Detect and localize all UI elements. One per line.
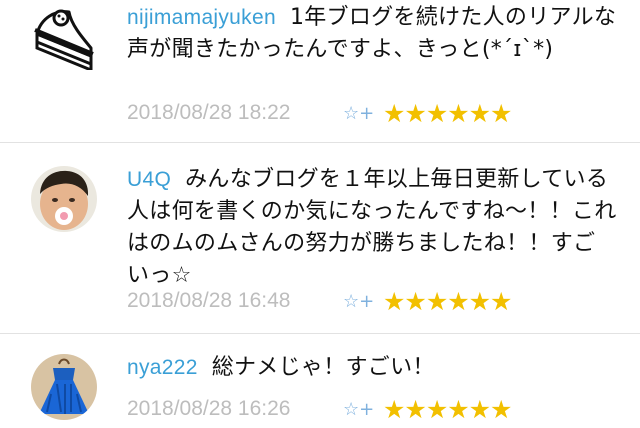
blue-dress-photo-icon[interactable] (31, 354, 97, 420)
comment-meta: 2018/08/28 16:26 ☆+ ★★★★★★ (127, 394, 512, 424)
comment-text: U4Q みんなブログを１年以上毎日更新している人は何を書くのか気になったんですね〜… (127, 164, 617, 292)
add-star-icon[interactable]: ☆+ (343, 103, 383, 124)
comment-body: みんなブログを１年以上毎日更新している人は何を書くのか気になったんですね〜！！こ… (127, 167, 617, 288)
comment-username[interactable]: nijimamajyuken (127, 6, 276, 29)
star-rating: ★★★★★★ (383, 394, 512, 424)
comment-username[interactable]: U4Q (127, 168, 171, 191)
cake-icon[interactable] (31, 4, 97, 73)
comment-body: 総ナメじゃ！すごい！ (211, 355, 435, 380)
add-star-icon[interactable]: ☆+ (343, 399, 383, 420)
comment-item: nya222 総ナメじゃ！すごい！ 2018/08/28 16:26 ☆+ ★★★… (0, 334, 640, 428)
comment-text: nya222 総ナメじゃ！すごい！ (127, 352, 617, 384)
comment-item: U4Q みんなブログを１年以上毎日更新している人は何を書くのか気になったんですね〜… (0, 143, 640, 333)
comment-date: 2018/08/28 16:48 (127, 289, 291, 312)
star-rating: ★★★★★★ (383, 98, 512, 128)
comment-date: 2018/08/28 18:22 (127, 101, 291, 124)
comment-meta: 2018/08/28 16:48 ☆+ ★★★★★★ (127, 286, 512, 316)
comment-date: 2018/08/28 16:26 (127, 397, 291, 420)
comment-username[interactable]: nya222 (127, 356, 198, 379)
comment-meta: 2018/08/28 18:22 ☆+ ★★★★★★ (127, 98, 512, 128)
star-rating: ★★★★★★ (383, 286, 512, 316)
comment-text: nijimamajyuken 1年ブログを続けた人のリアルな声が聞きたかったんです… (127, 2, 617, 66)
child-photo-icon[interactable] (31, 166, 97, 232)
add-star-icon[interactable]: ☆+ (343, 291, 383, 312)
comment-item: nijimamajyuken 1年ブログを続けた人のリアルな声が聞きたかったんです… (0, 0, 640, 140)
